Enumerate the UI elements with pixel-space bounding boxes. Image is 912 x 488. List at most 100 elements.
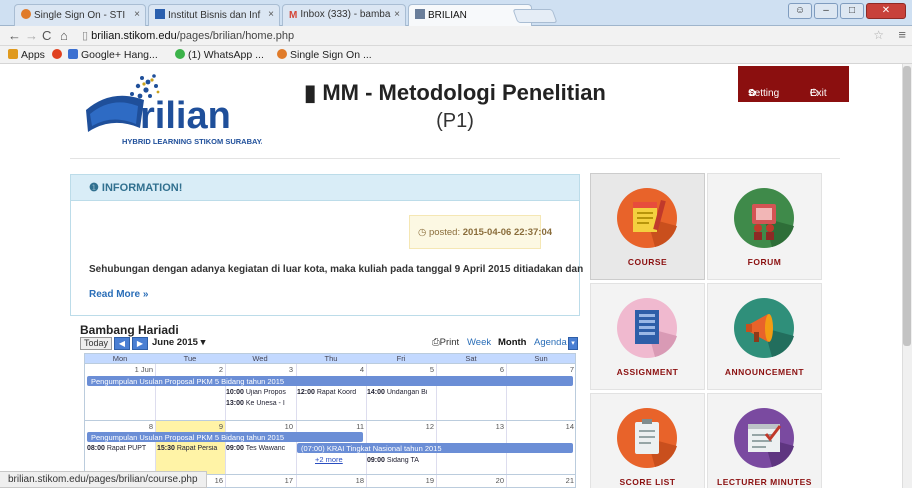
more-events-link[interactable]: +2 more [315, 455, 343, 464]
day-number[interactable]: 10 [225, 422, 293, 431]
dow-label: Tue [183, 354, 197, 363]
new-tab-button[interactable] [512, 9, 558, 23]
day-number[interactable]: 11 [296, 422, 364, 431]
calendar-event[interactable]: 12:00 Rapat Koord [297, 389, 366, 396]
day-number[interactable]: 14 [506, 422, 574, 431]
course-code: (P1) [436, 110, 474, 132]
course-title-text: MM - Metodologi Penelitian [322, 80, 606, 105]
day-number[interactable]: 6 [436, 365, 504, 374]
sso-icon [277, 49, 287, 59]
bookmark-single-sign-on[interactable]: Single Sign On ... [277, 49, 372, 61]
course-tile[interactable]: COURSE [590, 173, 705, 280]
maximize-button[interactable]: □ [840, 3, 864, 19]
menu-icon[interactable]: ≡ [898, 27, 906, 42]
agenda-dropdown-icon[interactable]: ▾ [568, 337, 578, 350]
brilian-logo[interactable]: rilian HYBRID LEARNING STIKOM SURABAYA [82, 70, 267, 150]
bookmark-apps[interactable]: Apps [8, 49, 45, 61]
allday-event[interactable]: (07:00) KRAI Tingkat Nasional tahun 2015 [297, 443, 573, 453]
tab-brilian[interactable]: BRILIAN× [408, 4, 532, 27]
svg-text:HYBRID LEARNING STIKOM SURABAY: HYBRID LEARNING STIKOM SURABAYA [122, 137, 262, 146]
day-number[interactable]: 2 [155, 365, 223, 374]
profile-button[interactable]: ☺ [788, 3, 812, 19]
assignment-tile[interactable]: ASSIGNMENT [590, 283, 705, 390]
tab-single-sign-on[interactable]: Single Sign On - STI × [14, 4, 146, 26]
posted-date: 2015-04-06 22:37:04 [462, 227, 553, 238]
tab-institut[interactable]: Institut Bisnis dan Inf × [148, 4, 280, 26]
close-tab-icon[interactable]: × [394, 9, 400, 20]
day-number[interactable]: 8 [85, 422, 153, 431]
calendar-event[interactable]: 08:00 Rapat PUPT [87, 445, 155, 452]
calendar-event[interactable]: 09:00 Tes Wawanc [226, 445, 295, 452]
view-month[interactable]: Month [498, 337, 527, 348]
lecturer-minutes-tile[interactable]: LECTURER MINUTES [707, 393, 822, 488]
event-time: 10:00 [226, 389, 244, 396]
allday-event[interactable]: Pengumpulan Usulan Proposal PKM 5 Bidang… [87, 376, 573, 386]
calendar-event[interactable]: 09:00 Sidang TA [367, 457, 436, 464]
bookmark-label: Google+ Hang... [81, 49, 158, 61]
dow-label: Thu [324, 354, 338, 363]
day-number[interactable]: 17 [225, 476, 293, 485]
event-time: 12:00 [297, 389, 315, 396]
day-number[interactable]: 21 [506, 476, 574, 485]
calendar-event[interactable]: 15:30 Rapat Persia [157, 445, 225, 452]
day-number[interactable]: 4 [296, 365, 364, 374]
event-title: Rapat Koord [316, 389, 357, 396]
minimize-button[interactable]: – [814, 3, 838, 19]
url-domain: brilian.stikom.edu [91, 30, 177, 42]
tab-label: Institut Bisnis dan Inf [168, 10, 261, 21]
scrollbar-thumb[interactable] [903, 66, 911, 346]
view-week[interactable]: Week [467, 337, 491, 348]
bookmarks-bar: Apps Google+ Hang... (1) WhatsApp ... Si… [0, 46, 912, 64]
calendar-toolbar: Today ◀ ▶ June 2015 ▾ ⎙Print Week Month … [80, 337, 580, 351]
day-number[interactable]: 5 [366, 365, 434, 374]
event-title: Ke Unesa - I [245, 400, 285, 407]
document-stack-icon [617, 298, 677, 358]
sso-icon [21, 9, 31, 19]
day-number[interactable]: 12 [366, 422, 434, 431]
print-button[interactable]: ⎙Print [432, 337, 459, 348]
read-more-link[interactable]: Read More » [89, 289, 148, 300]
day-number[interactable]: 20 [436, 476, 504, 485]
bookmark-unnamed[interactable] [52, 49, 65, 61]
view-agenda[interactable]: Agenda [534, 337, 567, 348]
back-arrow-icon[interactable]: ← [8, 28, 21, 43]
prev-month-icon[interactable]: ◀ [114, 337, 130, 350]
calendar-event[interactable]: 10:00 Ujian Propos [226, 389, 295, 396]
forward-arrow-icon[interactable]: → [25, 28, 38, 43]
calendar-event[interactable]: 13:00 Ke Unesa - I [226, 400, 295, 407]
bookmark-whatsapp[interactable]: (1) WhatsApp ... [175, 49, 264, 61]
reload-icon[interactable]: C [42, 28, 51, 43]
day-number[interactable]: 3 [225, 365, 293, 374]
day-number[interactable]: 9 [155, 422, 223, 431]
forum-people-icon [734, 188, 794, 248]
today-button[interactable]: Today [80, 337, 113, 350]
day-number[interactable]: 1 Jun [85, 365, 153, 374]
close-tab-icon[interactable]: × [268, 9, 274, 20]
close-tab-icon[interactable]: × [134, 9, 140, 20]
forum-tile[interactable]: FORUM [707, 173, 822, 280]
clock-icon: ◷ [418, 227, 429, 238]
window-controls: ☺ – □ ✕ [788, 3, 906, 19]
close-window-button[interactable]: ✕ [866, 3, 906, 19]
announcement-tile[interactable]: ANNOUNCEMENT [707, 283, 822, 390]
day-number[interactable]: 18 [296, 476, 364, 485]
event-time: 09:00 [226, 445, 244, 452]
clipboard-list-icon [617, 408, 677, 468]
next-month-icon[interactable]: ▶ [132, 337, 148, 350]
dow-label: Sun [534, 354, 548, 363]
allday-event[interactable]: Pengumpulan Usulan Proposal PKM 5 Bidang… [87, 432, 363, 442]
bookmark-star-icon[interactable]: ☆ [873, 28, 884, 42]
calendar-event[interactable]: 14:00 Undangan Bi [367, 389, 436, 396]
event-title: Undangan Bi [386, 389, 428, 396]
tab-inbox[interactable]: M Inbox (333) - bamba × [282, 4, 406, 26]
address-bar: ← → C ⌂ ▯ brilian.stikom.edu/pages/brili… [0, 26, 912, 46]
day-number[interactable]: 13 [436, 422, 504, 431]
url-field[interactable]: ▯ brilian.stikom.edu/pages/brilian/home.… [82, 28, 872, 44]
day-number[interactable]: 19 [366, 476, 434, 485]
bookmark-google-hangouts[interactable]: Google+ Hang... [68, 49, 158, 61]
home-icon[interactable]: ⌂ [60, 28, 68, 43]
month-selector[interactable]: June 2015 ▾ [152, 337, 205, 348]
day-number[interactable]: 7 [506, 365, 574, 374]
event-time: 09:00 [367, 457, 385, 464]
score-list-tile[interactable]: SCORE LIST [590, 393, 705, 488]
